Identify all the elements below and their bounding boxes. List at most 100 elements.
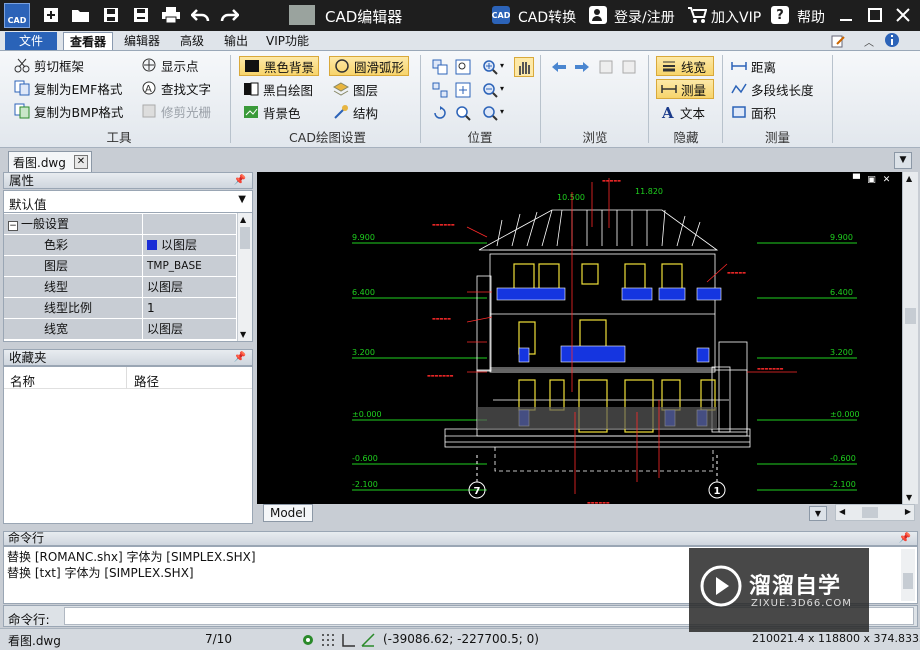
save-as-icon[interactable]	[130, 4, 152, 26]
zoom-window-icon[interactable]	[432, 59, 448, 75]
scroll-down-icon[interactable]: ▼	[906, 493, 912, 502]
document-tab[interactable]: 看图.dwg ✕	[8, 151, 92, 172]
menu-editor[interactable]: 编辑器	[118, 32, 166, 50]
model-tab[interactable]: Model	[263, 504, 313, 522]
drawing-canvas[interactable]: 9.900 6.400 3.200 ±0.000 -0.600 -2.100 9…	[257, 172, 902, 504]
pin-icon[interactable]: 📌	[899, 532, 911, 545]
info-icon[interactable]	[884, 32, 900, 48]
command-scrollbar[interactable]	[901, 549, 915, 601]
column-header-path[interactable]: 路径	[134, 371, 159, 390]
minimize-icon[interactable]	[835, 4, 857, 26]
distance-button[interactable]: 距离	[731, 56, 776, 76]
snap-icon[interactable]	[300, 632, 316, 648]
scroll-up-icon[interactable]: ▲	[240, 215, 246, 224]
pan-hand-icon[interactable]	[514, 57, 534, 77]
properties-selector[interactable]: 默认值 ▼	[4, 191, 252, 213]
text-toggle-button[interactable]: A 文本	[660, 102, 705, 122]
arrow-right-icon[interactable]	[574, 59, 590, 75]
redo-icon[interactable]	[218, 4, 240, 26]
help-button[interactable]: 帮助	[797, 7, 825, 27]
zoom-in-icon[interactable]	[482, 59, 498, 75]
background-color-button[interactable]: 背景色	[243, 102, 301, 122]
scroll-thumb[interactable]	[905, 308, 916, 324]
structure-button[interactable]: 结构	[333, 102, 378, 122]
canvas-close-icon[interactable]: ✕	[881, 175, 892, 185]
menu-output[interactable]: 输出	[218, 32, 254, 50]
fit-view-icon[interactable]	[432, 82, 448, 98]
pin-icon[interactable]: 📌	[234, 350, 246, 365]
scroll-left-icon[interactable]: ◀	[839, 507, 845, 516]
property-row[interactable]: 线型 以图层	[4, 277, 236, 298]
chevron-down-icon[interactable]: ▾	[500, 107, 504, 116]
trim-raster-button[interactable]: 修剪光栅	[141, 101, 211, 121]
layout-list-chevron-icon[interactable]: ▼	[809, 506, 827, 521]
maximize-icon[interactable]	[864, 4, 886, 26]
scroll-thumb[interactable]	[862, 507, 878, 518]
cad-convert-button[interactable]: CAD转换	[518, 7, 576, 27]
save-icon[interactable]	[100, 4, 122, 26]
tab-list-chevron-icon[interactable]: ▼	[894, 152, 912, 169]
scroll-thumb[interactable]	[903, 573, 913, 589]
user-icon[interactable]	[589, 6, 607, 24]
collapse-ribbon-icon[interactable]: ︿	[864, 34, 874, 49]
cad-convert-icon[interactable]: CAD	[492, 6, 510, 24]
copy-bmp-button[interactable]: 复制为BMP格式	[14, 101, 123, 121]
arrow-left-icon[interactable]	[551, 59, 567, 75]
chevron-down-icon[interactable]: ▾	[500, 84, 504, 93]
property-section-general[interactable]: − 一般设置	[4, 214, 236, 235]
menu-viewer[interactable]: 查看器	[63, 32, 114, 50]
menu-vip[interactable]: VIP功能	[260, 32, 315, 50]
new-file-icon[interactable]	[40, 4, 62, 26]
open-folder-icon[interactable]	[70, 4, 92, 26]
scroll-right-icon[interactable]: ▶	[905, 507, 911, 516]
find-text-button[interactable]: A 查找文字	[141, 78, 211, 98]
canvas-vertical-scrollbar[interactable]: ▲ ▼	[902, 172, 918, 504]
scroll-up-icon[interactable]: ▲	[906, 174, 912, 183]
print-icon[interactable]	[160, 4, 182, 26]
black-background-button[interactable]: 黑色背景	[239, 56, 320, 76]
rotate-3d-icon[interactable]	[432, 105, 448, 121]
column-header-name[interactable]: 名称	[10, 371, 35, 390]
area-button[interactable]: 面积	[731, 102, 776, 122]
join-vip-button[interactable]: 加入VIP	[711, 7, 761, 27]
zoom-all-icon[interactable]	[455, 82, 471, 98]
line-width-button[interactable]: 线宽	[656, 56, 714, 76]
property-row[interactable]: 线宽 以图层	[4, 319, 236, 340]
layers-button[interactable]: 图层	[333, 79, 378, 99]
canvas-restore-icon[interactable]: ▣	[866, 175, 877, 185]
undo-icon[interactable]	[190, 4, 212, 26]
collapse-section-icon[interactable]: −	[8, 221, 18, 231]
property-row[interactable]: 图层 TMP_BASE	[4, 256, 236, 277]
chevron-down-icon[interactable]: ▼	[238, 194, 246, 205]
bw-drawing-button[interactable]: 黑白绘图	[243, 79, 313, 99]
canvas-minimize-icon[interactable]: ▀	[851, 175, 862, 185]
login-register-button[interactable]: 登录/注册	[614, 7, 675, 27]
page-back-icon[interactable]	[621, 59, 637, 75]
menu-advanced[interactable]: 高级	[174, 32, 210, 50]
page-forward-icon[interactable]	[598, 59, 614, 75]
scroll-thumb[interactable]	[240, 227, 250, 249]
zoom-realtime-icon[interactable]	[455, 105, 471, 121]
menu-file[interactable]: 文件	[5, 32, 57, 50]
horizontal-scrollbar[interactable]: ◀ ▶	[835, 504, 915, 521]
zoom-out-icon[interactable]	[482, 82, 498, 98]
show-points-button[interactable]: 显示点	[141, 55, 199, 75]
column-divider[interactable]	[126, 367, 127, 389]
zoom-extents-icon[interactable]	[455, 59, 471, 75]
ortho-icon[interactable]	[340, 632, 356, 648]
close-icon[interactable]	[892, 4, 914, 26]
smooth-arc-button[interactable]: 圆滑弧形	[329, 56, 410, 76]
clip-frame-button[interactable]: 剪切框架	[14, 55, 84, 75]
grid-icon[interactable]	[320, 632, 336, 648]
cart-icon[interactable]	[686, 4, 708, 26]
property-row[interactable]: 线型比例 1	[4, 298, 236, 319]
property-row[interactable]: 色彩 以图层	[4, 235, 236, 256]
polar-icon[interactable]	[360, 632, 376, 648]
zoom-previous-icon[interactable]	[482, 105, 498, 121]
polyline-length-button[interactable]: 多段线长度	[731, 79, 814, 99]
help-icon[interactable]: ?	[771, 6, 789, 24]
properties-scrollbar[interactable]: ▲ ▼	[237, 213, 252, 341]
chevron-down-icon[interactable]: ▾	[500, 61, 504, 70]
close-tab-icon[interactable]: ✕	[74, 155, 88, 169]
measure-toggle-button[interactable]: 测量	[656, 79, 714, 99]
